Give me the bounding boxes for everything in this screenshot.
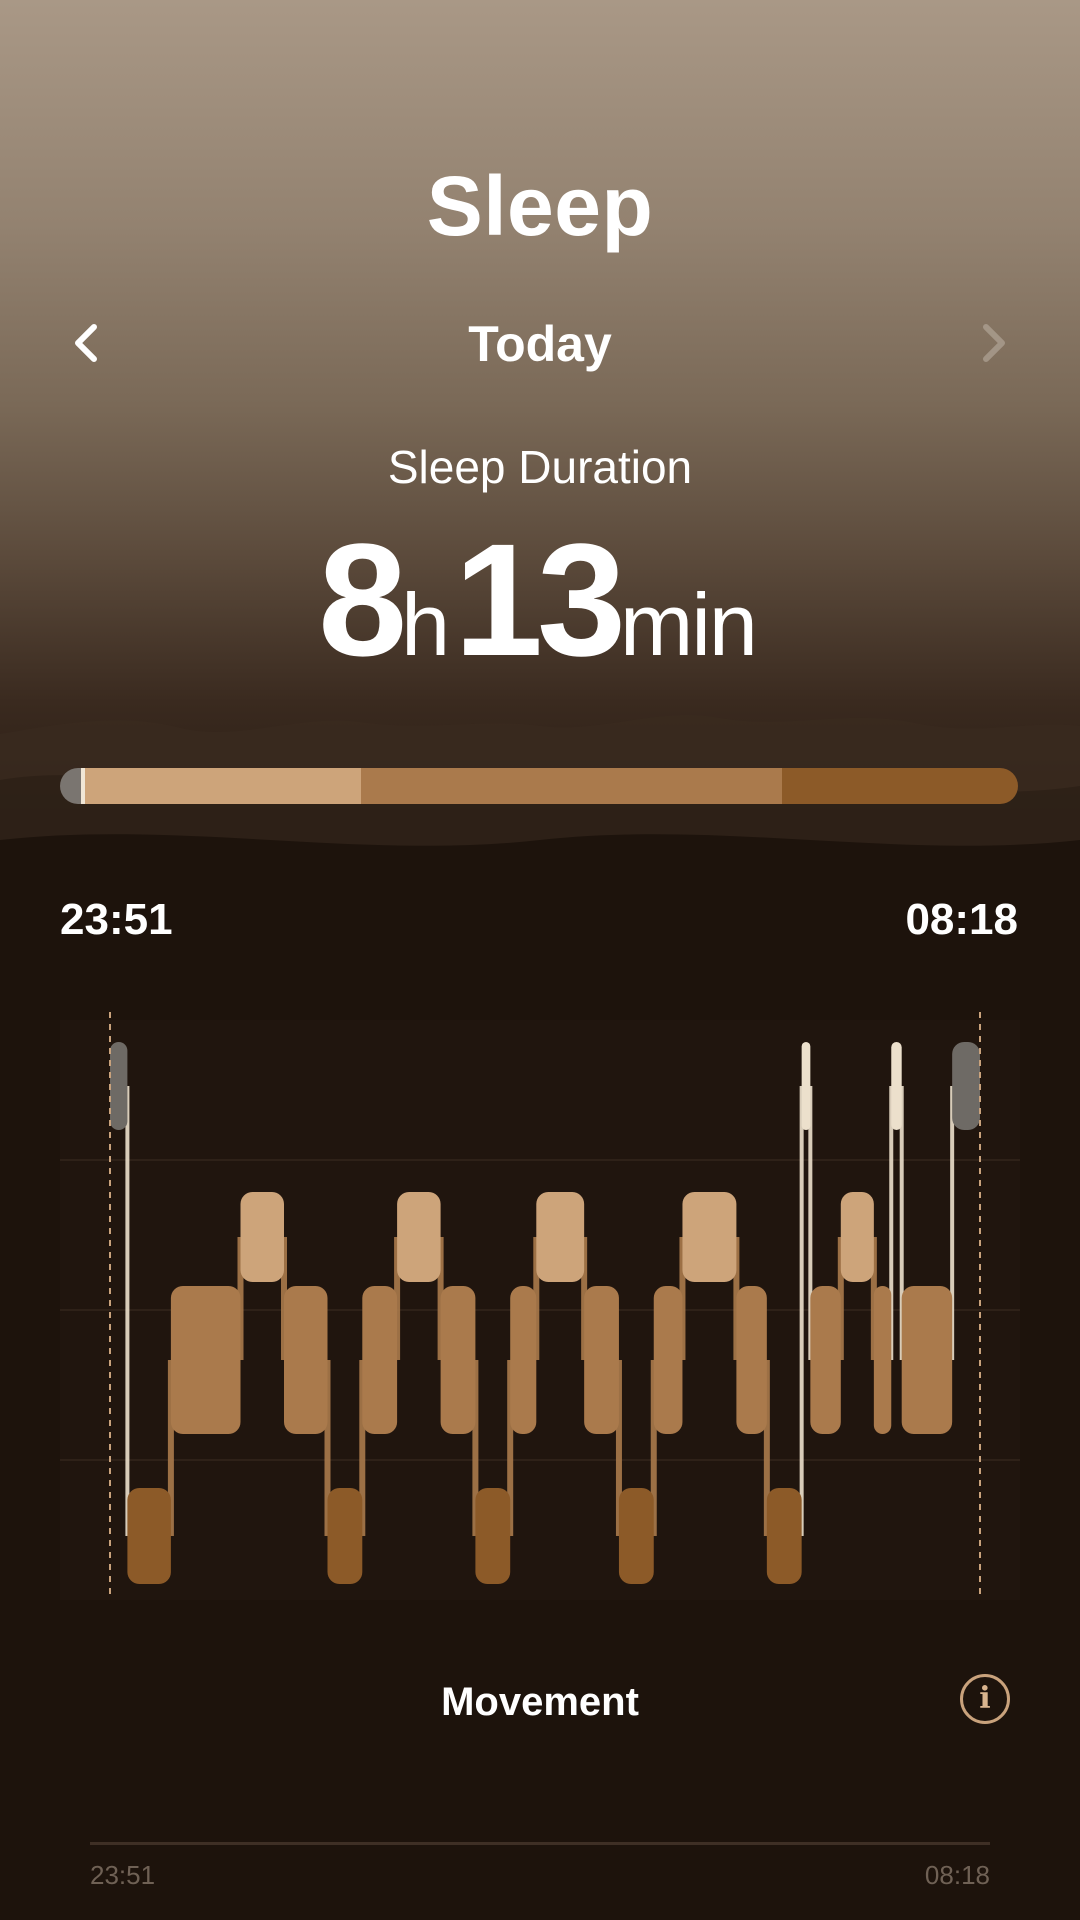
hypnogram-block-core [736, 1286, 767, 1434]
hypnogram-block-deep [618, 1488, 654, 1584]
hypnogram-block-deep [766, 1488, 802, 1584]
duration-hours: 8 [318, 510, 407, 689]
hypnogram-block-light [682, 1192, 737, 1282]
hypnogram-block-light [240, 1192, 284, 1282]
hypnogram-block-core [170, 1286, 241, 1434]
hypnogram-block-core [510, 1286, 537, 1434]
sleep-duration-value: 8h13min [0, 520, 1080, 680]
hypnogram-block-deep [327, 1488, 363, 1584]
hypnogram-block-deep [127, 1488, 171, 1584]
hypnogram-block-awake [110, 1042, 128, 1130]
hypnogram-chart[interactable] [0, 1000, 1080, 1620]
hypnogram-block-deep [475, 1488, 511, 1584]
duration-minutes: 13 [454, 510, 626, 689]
period-label[interactable]: Today [0, 315, 1080, 373]
info-icon[interactable]: i [960, 1674, 1010, 1724]
dune-landscape [0, 714, 1080, 920]
stage-segment-light [84, 768, 361, 804]
stage-segment-core [360, 768, 783, 804]
hypnogram-block-light [536, 1192, 585, 1282]
chevron-right-icon[interactable] [966, 317, 1018, 369]
hypnogram-block-core [810, 1286, 841, 1434]
sleep-start-time: 23:51 [60, 895, 173, 944]
hypnogram-block-core [284, 1286, 328, 1434]
hypnogram-block-awake [952, 1042, 980, 1130]
sleep-end-time: 08:18 [905, 895, 1018, 944]
movement-title: Movement [441, 1680, 639, 1724]
hypnogram-block-core [362, 1286, 398, 1434]
hypnogram-block-core [873, 1286, 892, 1434]
hypnogram-block-light [840, 1192, 874, 1282]
duration-hours-unit: h [401, 575, 450, 674]
page-title: Sleep [426, 159, 654, 253]
hypnogram-block-core [653, 1286, 683, 1434]
hypnogram-block-core [440, 1286, 476, 1434]
hypnogram-block-awake [801, 1042, 811, 1130]
stage-segment-deep [782, 768, 1018, 804]
duration-minutes-unit: min [620, 575, 758, 674]
date-navigator: Today [0, 305, 1080, 381]
hypnogram-block-awake [891, 1042, 902, 1130]
hypnogram-block-core [901, 1286, 953, 1434]
movement-end-time: 08:18 [924, 1860, 990, 1890]
sleep-duration-label: Sleep Duration [387, 441, 693, 493]
movement-axis [90, 1842, 990, 1845]
hypnogram-block-core [584, 1286, 619, 1434]
movement-start-time: 23:51 [90, 1860, 156, 1890]
sleep-stage-bar [60, 768, 1018, 804]
hypnogram-block-light [397, 1192, 441, 1282]
